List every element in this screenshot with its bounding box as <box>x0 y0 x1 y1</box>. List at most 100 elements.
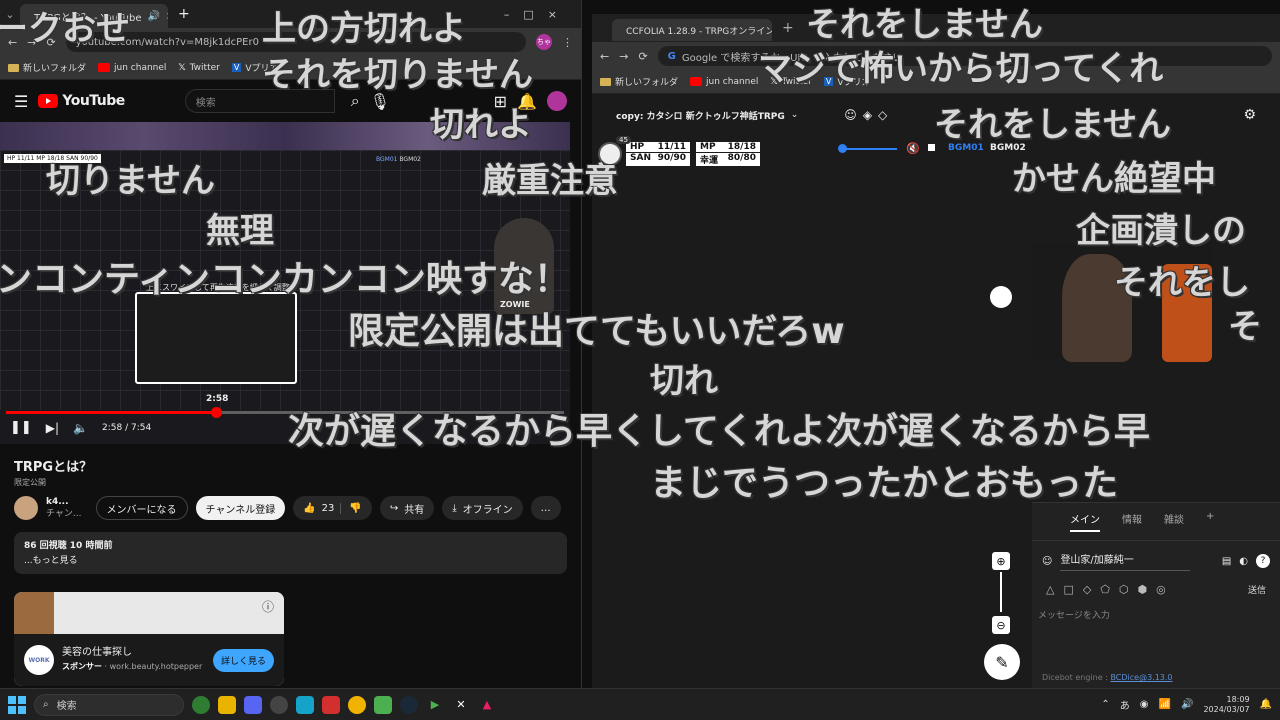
ccfolia-tab[interactable]: CCFOLIA 1.28.9 - TRPGオンライン × <box>612 19 772 41</box>
tray-chevron-icon[interactable]: ⌃ <box>1101 699 1109 710</box>
show-more-link[interactable]: ...もっと見る <box>24 553 557 566</box>
file-explorer-icon[interactable] <box>218 695 236 714</box>
tab-audio-icon[interactable]: 🔊 <box>147 11 159 22</box>
d10-icon[interactable]: ⬠ <box>1100 583 1110 596</box>
danmaku-comment: それをしません <box>806 5 1043 45</box>
offline-button[interactable]: ⤓ オフライン <box>442 496 523 520</box>
character-face-icon[interactable]: ☺ <box>1042 556 1052 567</box>
new-tab-button[interactable]: + <box>782 20 794 36</box>
profile-avatar-icon[interactable]: ちゃ <box>536 34 552 50</box>
add-tab-icon[interactable]: + <box>1206 511 1214 532</box>
thumbs-down-icon[interactable]: 👎 <box>340 502 362 514</box>
account-avatar[interactable] <box>547 91 567 111</box>
d100-icon[interactable]: ◎ <box>1156 583 1166 596</box>
new-tab-button[interactable]: + <box>178 6 190 22</box>
like-dislike-button[interactable]: 👍 23 👎 <box>293 496 372 520</box>
d20-icon[interactable]: ⬢ <box>1138 583 1148 596</box>
minecraft-icon[interactable] <box>374 695 392 714</box>
bookmark-twitter[interactable]: 𝕏 Twitter <box>178 63 219 73</box>
ad-cta-button[interactable]: 詳しく見る <box>212 648 274 672</box>
dicebot-version-link[interactable]: BCDice@3.13.0 <box>1110 673 1172 682</box>
bookmark-label: 新しいフォルダ <box>615 78 679 88</box>
x-app-icon[interactable]: ✕ <box>452 696 470 714</box>
stat-value: 80/80 <box>727 153 756 163</box>
tray-app-icon[interactable]: ◉ <box>1140 699 1149 710</box>
forward-icon[interactable]: → <box>619 50 628 63</box>
subscribe-button[interactable]: チャンネル登録 <box>195 496 286 520</box>
hamburger-menu-icon[interactable]: ☰ <box>14 92 28 111</box>
menu-kebab-icon[interactable]: ⋮ <box>562 36 573 49</box>
edit-pencil-icon[interactable]: ✎ <box>984 644 1020 680</box>
play-app-icon[interactable]: ▶ <box>426 696 444 714</box>
notification-bell-icon[interactable]: 🔔 <box>1260 699 1272 710</box>
next-icon[interactable]: ▶| <box>46 421 59 435</box>
volume-knob[interactable] <box>838 144 847 153</box>
speaker-icon[interactable]: 🔊 <box>1181 699 1193 710</box>
join-member-button[interactable]: メンバーになる <box>95 496 188 520</box>
tab-main[interactable]: メイン <box>1070 511 1100 532</box>
tab-chat[interactable]: 雑談 <box>1164 511 1184 532</box>
volume-slider[interactable] <box>842 148 897 150</box>
layers-icon[interactable]: ◈ <box>863 108 872 122</box>
bookmark-folder[interactable]: 新しいフォルダ <box>8 61 86 74</box>
ad-info-icon[interactable]: ⓘ <box>262 598 274 615</box>
steam-icon[interactable] <box>400 695 418 714</box>
room-title[interactable]: copy: カタシロ 新クトゥルフ神話TRPG <box>616 109 785 122</box>
progress-scrubber[interactable] <box>210 407 222 418</box>
palette-icon[interactable]: ◐ <box>1239 556 1248 567</box>
settings-gear-icon[interactable]: ⚙ <box>1243 107 1256 123</box>
bookmark-jun-channel[interactable]: jun channel <box>690 77 758 87</box>
channel-info[interactable]: k4... チャン... <box>46 496 82 520</box>
taskbar-clock[interactable]: 18:09 2024/03/07 <box>1203 695 1249 715</box>
description-box[interactable]: 86 回視聴 10 時間前 ...もっと見る <box>14 532 567 574</box>
mute-icon[interactable]: 🔇 <box>906 142 920 155</box>
d12-icon[interactable]: ⬡ <box>1119 583 1129 596</box>
d8-icon[interactable]: ◇ <box>1083 583 1091 596</box>
recorder-icon[interactable] <box>322 695 340 714</box>
wifi-icon[interactable]: 📶 <box>1159 699 1171 710</box>
zoom-in-icon[interactable]: ⊕ <box>992 552 1010 570</box>
pause-icon[interactable]: ❚❚ <box>10 420 32 435</box>
discord-icon[interactable] <box>244 695 262 714</box>
chrome-alt-icon[interactable] <box>348 695 366 714</box>
channel-avatar[interactable] <box>14 496 38 520</box>
app-icon[interactable] <box>296 695 314 714</box>
tab-info[interactable]: 情報 <box>1122 511 1142 532</box>
d4-icon[interactable]: △ <box>1046 583 1054 596</box>
character-status[interactable]: 45 HP 11/11 MP 18/18 SAN 90/90 幸運 80/80 <box>598 136 760 166</box>
share-button[interactable]: ↪ 共有 <box>379 496 435 520</box>
list-icon[interactable]: ▤ <box>1222 556 1231 567</box>
windows-start-icon[interactable] <box>8 695 26 714</box>
stop-icon[interactable] <box>928 144 935 151</box>
danmaku-comment: 厳重注意 <box>482 161 618 201</box>
chrome-icon[interactable] <box>192 695 210 714</box>
zoom-out-icon[interactable]: ⊖ <box>992 616 1010 634</box>
back-icon[interactable]: ← <box>600 50 609 63</box>
board-token[interactable] <box>990 286 1012 308</box>
character-icon[interactable]: ☺ <box>844 108 857 122</box>
volume-icon[interactable]: 🔈 <box>73 421 88 435</box>
message-input[interactable]: メッセージを入力 <box>1032 604 1280 625</box>
character-name-field[interactable]: 登山家/加藤純一 <box>1060 551 1191 571</box>
youtube-logo[interactable]: YouTube <box>38 93 125 109</box>
triangle-app-icon[interactable]: ▲ <box>478 696 496 714</box>
help-icon[interactable]: ? <box>1256 554 1270 568</box>
taskbar-search-label: 検索 <box>56 701 77 712</box>
send-button[interactable]: 送信 <box>1248 583 1266 596</box>
bookmark-folder[interactable]: 新しいフォルダ <box>600 75 678 88</box>
thumbs-up-icon: 👍 <box>303 502 316 514</box>
obs-icon[interactable] <box>270 695 288 714</box>
ccfolia-board[interactable]: 🔇 BGM01 BGM02 ⊕ ⊖ ✎ <box>592 126 1032 688</box>
taskbar-search[interactable]: ⌕ 検索 <box>34 693 184 716</box>
chat-character-row: ☺ 登山家/加藤純一 ▤ ◐ ? <box>1032 541 1280 575</box>
ime-indicator[interactable]: あ <box>1120 697 1130 712</box>
more-actions-button[interactable]: … <box>530 496 561 520</box>
bookmark-jun-channel[interactable]: jun channel <box>98 63 166 73</box>
stack-icon[interactable]: ◇ <box>878 108 887 122</box>
reload-icon[interactable]: ⟳ <box>638 50 647 63</box>
d6-icon[interactable]: □ <box>1063 583 1073 596</box>
clock-time: 18:09 <box>1226 694 1250 704</box>
sponsored-ad-card[interactable]: ⓘ WORK 美容の仕事探し スポンサー · work.beauty.hotpe… <box>14 592 284 686</box>
tab-close-icon[interactable]: × <box>166 11 168 22</box>
room-menu-chevron-icon[interactable]: ⌄ <box>791 110 799 120</box>
